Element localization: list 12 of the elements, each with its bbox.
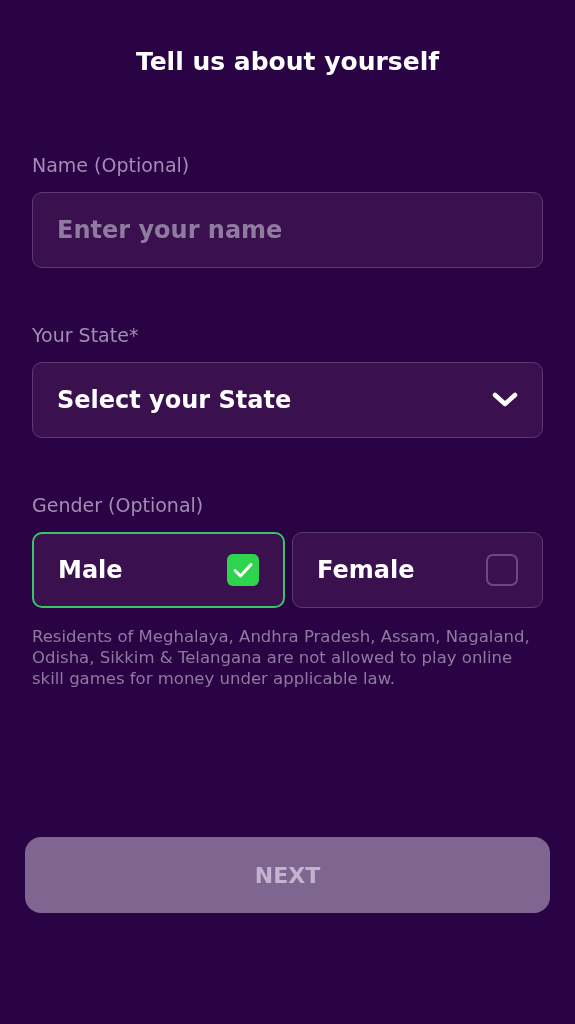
checkbox-icon: [486, 554, 518, 586]
state-dropdown[interactable]: Select your State: [32, 362, 543, 438]
page-title: Tell us about yourself: [134, 46, 441, 78]
field-label: Your State*: [32, 323, 140, 348]
field-label: Gender (Optional): [32, 493, 205, 518]
chevron-down-icon: [492, 392, 518, 408]
gender-option[interactable]: Male: [32, 532, 285, 608]
name-input-field[interactable]: Enter your name: [32, 192, 543, 268]
checked-checkbox-icon: [227, 554, 259, 586]
legal-notice: Residents of Meghalaya, Andhra Pradesh, Assam, Nagaland, Odisha, Sikkim & Telangana are not allowed to play online skill games for money under applicable law.: [32, 626, 531, 689]
field-label: Name (Optional): [32, 153, 191, 178]
gender-option[interactable]: Female: [292, 532, 543, 608]
